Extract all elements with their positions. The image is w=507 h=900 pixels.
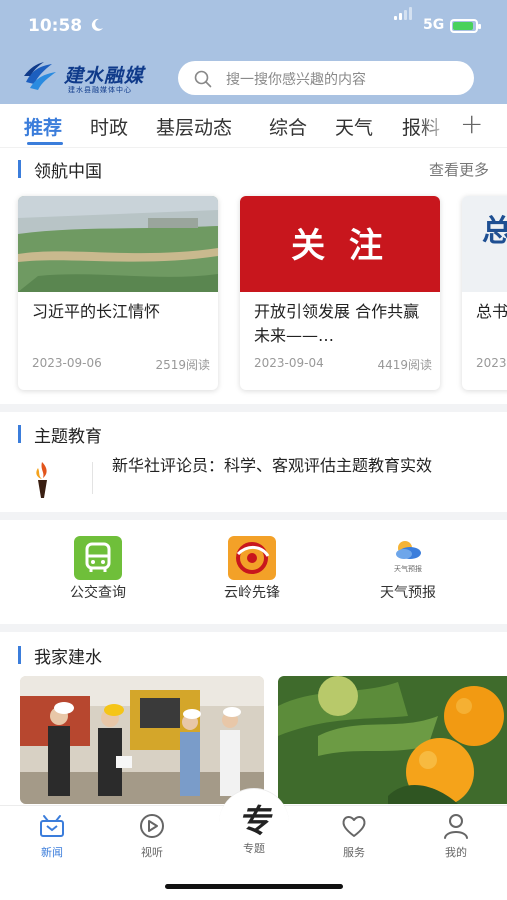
section-title-education: 主题教育 [34, 427, 102, 447]
card-title: 总书 [476, 302, 507, 321]
heart-icon [342, 816, 366, 837]
card-image-river [18, 196, 218, 292]
user-icon [444, 814, 468, 839]
card-banner-text: 总 [482, 214, 507, 249]
tab-grassroots[interactable]: 基层动态 [156, 113, 232, 140]
site-visit-image [20, 676, 264, 804]
nav-news[interactable]: 新闻 [22, 812, 82, 862]
card-date: 2023-09-06 [32, 356, 102, 370]
news-card[interactable]: 关 注 开放引领发展 合作共赢未来——… 2023-09-04 4419阅读 [240, 196, 440, 390]
nav-service[interactable]: 服务 [324, 812, 384, 862]
yunling-logo-icon [228, 536, 276, 580]
nav-video[interactable]: 视听 [122, 812, 182, 862]
nav-label: 新闻 [41, 846, 63, 859]
news-card[interactable]: 总 总书 2023 [462, 196, 507, 390]
section-title-home: 我家建水 [34, 648, 102, 668]
add-tab-button[interactable]: + [460, 110, 483, 138]
service-label: 云岭先锋 [224, 585, 280, 601]
special-topic-icon: 专 [237, 802, 270, 840]
service-bus-query[interactable]: 公交查询 [48, 536, 148, 606]
card-reads: 2519阅读 [155, 358, 210, 372]
home-indicator[interactable] [165, 884, 343, 889]
weather-icon: 天气预报 [384, 536, 432, 580]
active-tab-indicator [27, 142, 63, 145]
card-date: 2023 [476, 356, 507, 370]
network-label: 5G [423, 17, 445, 33]
news-card[interactable]: 习近平的长江情怀 2023-09-06 2519阅读 [18, 196, 218, 390]
search-placeholder: 搜一搜你感兴趣的内容 [226, 72, 366, 88]
header: 10:58 5G 建水融媒 建水县融媒体中心 搜一搜你感兴趣的内容 [0, 0, 507, 104]
search-input[interactable]: 搜一搜你感兴趣的内容 [178, 61, 474, 95]
tab-weather[interactable]: 天气 [335, 113, 373, 140]
logo-wave-icon [24, 62, 56, 90]
card-date: 2023-09-04 [254, 356, 324, 370]
section-title-navigate: 领航中国 [34, 162, 102, 182]
app-logo[interactable]: 建水融媒 建水县融媒体中心 [22, 58, 172, 96]
section-marker [18, 646, 21, 664]
nav-label: 服务 [343, 846, 365, 859]
card-reads: 4419阅读 [377, 358, 432, 372]
service-label: 天气预报 [380, 585, 436, 601]
moon-icon [91, 18, 103, 31]
search-icon [194, 70, 212, 88]
nav-mine[interactable]: 我的 [426, 812, 486, 862]
tab-recommend[interactable]: 推荐 [24, 113, 62, 140]
news-icon [40, 815, 64, 837]
weather-icon-caption: 天气预报 [394, 565, 422, 573]
service-yunling[interactable]: 云岭先锋 [202, 536, 302, 606]
category-tabs: 推荐 时政 基层动态 综合 天气 报料 + [0, 104, 507, 148]
tab-politics[interactable]: 时政 [90, 113, 128, 140]
view-more-link[interactable]: 查看更多 [429, 159, 489, 180]
oranges-image [278, 676, 507, 804]
card-title: 开放引领发展 合作共赢未来——… [254, 302, 420, 345]
photo-card-oranges[interactable] [278, 676, 507, 804]
card-title: 习近平的长江情怀 [32, 302, 161, 321]
card-image-partial: 总 [462, 196, 507, 292]
tab-general[interactable]: 综合 [269, 113, 307, 140]
photo-card-site-visit[interactable] [20, 676, 264, 804]
service-label: 公交查询 [70, 585, 126, 601]
service-weather[interactable]: 天气预报 天气预报 [358, 536, 458, 606]
logo-name: 建水融媒 [64, 65, 145, 87]
nav-label: 专题 [243, 842, 265, 855]
battery-icon [450, 19, 481, 33]
section-marker [18, 425, 21, 443]
nav-special-topic[interactable]: 专 专题 [224, 796, 284, 855]
nav-label: 我的 [445, 846, 467, 859]
card-image-banner: 关 注 [240, 196, 440, 292]
play-icon [140, 814, 164, 838]
nav-label: 视听 [141, 846, 163, 859]
section-marker [18, 160, 21, 178]
status-bar: 10:58 5G [0, 0, 507, 52]
card-banner-text: 关 注 [291, 226, 389, 266]
status-time: 10:58 [28, 16, 83, 36]
education-headline[interactable]: 新华社评论员：科学、客观评估主题教育实效 [112, 454, 490, 478]
torch-icon [36, 462, 47, 498]
bus-icon [74, 536, 122, 580]
logo-subtitle: 建水县融媒体中心 [68, 86, 132, 94]
